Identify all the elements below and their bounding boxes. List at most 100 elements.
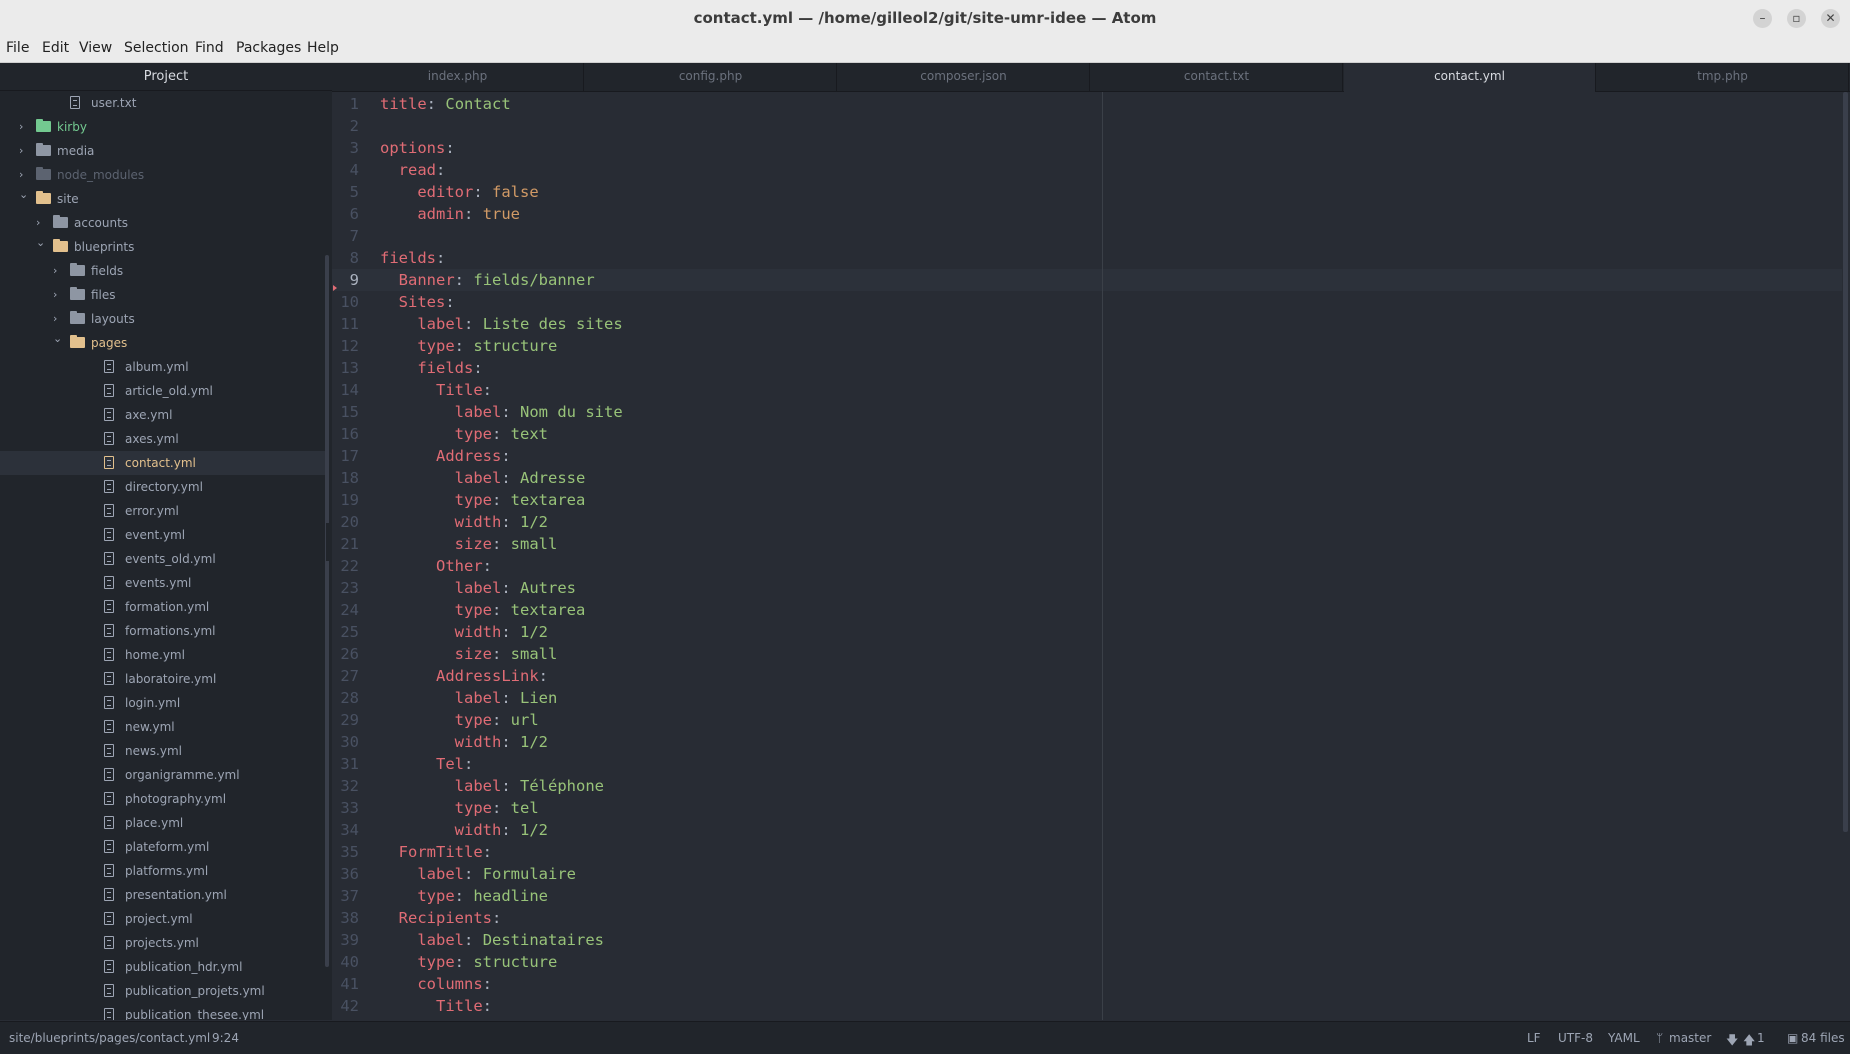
code-line[interactable]: 17 Address: xyxy=(332,445,1842,467)
code-line[interactable]: 2 xyxy=(332,115,1842,137)
close-button[interactable]: ✕ xyxy=(1821,9,1840,28)
code-line[interactable]: 32 label: Téléphone xyxy=(332,775,1842,797)
tree-file[interactable]: organigramme.yml xyxy=(0,763,325,787)
code-line[interactable]: 21 size: small xyxy=(332,533,1842,555)
code-line[interactable]: 42 Title: xyxy=(332,995,1842,1017)
code-line[interactable]: 13 fields: xyxy=(332,357,1842,379)
chevron-right-icon[interactable]: › xyxy=(53,259,63,283)
tree-file[interactable]: login.yml xyxy=(0,691,325,715)
chevron-right-icon[interactable]: › xyxy=(19,139,29,163)
code-line[interactable]: 15 label: Nom du site xyxy=(332,401,1842,423)
tab-contact-txt[interactable]: contact.txt xyxy=(1091,63,1343,91)
tree-folder[interactable]: ⌄ site xyxy=(0,187,325,211)
tree-file[interactable]: article_old.yml xyxy=(0,379,325,403)
tree-folder[interactable]: ⌄ blueprints xyxy=(0,235,325,259)
code-line[interactable]: 38 Recipients: xyxy=(332,907,1842,929)
tree-folder[interactable]: › accounts xyxy=(0,211,325,235)
tree-file[interactable]: formations.yml xyxy=(0,619,325,643)
tree-file[interactable]: plateform.yml xyxy=(0,835,325,859)
status-branch[interactable]: master xyxy=(1669,1031,1711,1045)
chevron-down-icon[interactable]: ⌄ xyxy=(53,327,63,351)
code-line[interactable]: 41 columns: xyxy=(332,973,1842,995)
code-line[interactable]: 31 Tel: xyxy=(332,753,1842,775)
menu-find[interactable]: Find xyxy=(195,40,224,56)
tree-file[interactable]: place.yml xyxy=(0,811,325,835)
maximize-button[interactable]: ▫ xyxy=(1787,9,1806,28)
tree-file[interactable]: axes.yml xyxy=(0,427,325,451)
code-line[interactable]: 1 title: Contact xyxy=(332,93,1842,115)
tree-folder[interactable]: › media xyxy=(0,139,325,163)
code-line[interactable]: 3 options: xyxy=(332,137,1842,159)
tree-file[interactable]: contact.yml xyxy=(0,451,325,475)
tree-file[interactable]: publication_projets.yml xyxy=(0,979,325,1003)
tree-file[interactable]: presentation.yml xyxy=(0,883,325,907)
menu-view[interactable]: View xyxy=(79,40,112,56)
code-line[interactable]: 40 type: structure xyxy=(332,951,1842,973)
code-line[interactable]: 20 width: 1/2 xyxy=(332,511,1842,533)
code-line[interactable]: 23 label: Autres xyxy=(332,577,1842,599)
tree-file[interactable]: photography.yml xyxy=(0,787,325,811)
code-line[interactable]: 19 type: textarea xyxy=(332,489,1842,511)
tree-folder[interactable]: › layouts xyxy=(0,307,325,331)
fetch-icon[interactable]: 🡇 xyxy=(1726,1031,1738,1052)
tree-folder[interactable]: › node_modules xyxy=(0,163,325,187)
tree-file[interactable]: projects.yml xyxy=(0,931,325,955)
code-line[interactable]: 30 width: 1/2 xyxy=(332,731,1842,753)
code-line[interactable]: 12 type: structure xyxy=(332,335,1842,357)
tree-folder[interactable]: › fields xyxy=(0,259,325,283)
code-line[interactable]: 11 label: Liste des sites xyxy=(332,313,1842,335)
tree-file[interactable]: directory.yml xyxy=(0,475,325,499)
code-line[interactable]: 28 label: Lien xyxy=(332,687,1842,709)
tree-folder[interactable]: ⌄ pages xyxy=(0,331,325,355)
tab-index-php[interactable]: index.php xyxy=(332,63,584,91)
status-file-path[interactable]: site/blueprints/pages/contact.yml xyxy=(9,1031,210,1045)
code-line[interactable]: 24 type: textarea xyxy=(332,599,1842,621)
tree-file[interactable]: events.yml xyxy=(0,571,325,595)
menu-help[interactable]: Help xyxy=(307,40,339,56)
code-line[interactable]: 33 type: tel xyxy=(332,797,1842,819)
menu-edit[interactable]: Edit xyxy=(42,40,69,56)
tree-file[interactable]: axe.yml xyxy=(0,403,325,427)
code-line[interactable]: 5 editor: false xyxy=(332,181,1842,203)
tree-file[interactable]: publication_thesee.yml xyxy=(0,1003,325,1020)
status-file-count[interactable]: 84 files xyxy=(1801,1031,1845,1045)
tree-file[interactable]: event.yml xyxy=(0,523,325,547)
code-line[interactable]: 34 width: 1/2 xyxy=(332,819,1842,841)
code-line[interactable]: 37 type: headline xyxy=(332,885,1842,907)
tree-file[interactable]: formation.yml xyxy=(0,595,325,619)
tree-file[interactable]: events_old.yml xyxy=(0,547,325,571)
tree-file[interactable]: project.yml xyxy=(0,907,325,931)
tree-file[interactable]: laboratoire.yml xyxy=(0,667,325,691)
code-line[interactable]: 4 read: xyxy=(332,159,1842,181)
status-line-ending[interactable]: LF xyxy=(1527,1031,1541,1045)
tree-folder[interactable]: › kirby xyxy=(0,115,325,139)
tree-file[interactable]: new.yml xyxy=(0,715,325,739)
menu-file[interactable]: File xyxy=(6,40,29,56)
code-line[interactable]: 18 label: Adresse xyxy=(332,467,1842,489)
push-icon[interactable]: 🡅 xyxy=(1743,1031,1755,1052)
chevron-down-icon[interactable]: ⌄ xyxy=(19,183,29,207)
code-line[interactable]: 8 fields: xyxy=(332,247,1842,269)
code-line[interactable]: 14 Title: xyxy=(332,379,1842,401)
code-line[interactable]: 26 size: small xyxy=(332,643,1842,665)
code-line[interactable]: 39 label: Destinataires xyxy=(332,929,1842,951)
menu-selection[interactable]: Selection xyxy=(124,40,189,56)
tree-folder[interactable]: › files xyxy=(0,283,325,307)
chevron-down-icon[interactable]: ⌄ xyxy=(36,231,46,255)
code-line[interactable]: 22 Other: xyxy=(332,555,1842,577)
tree-file[interactable]: news.yml xyxy=(0,739,325,763)
code-line[interactable]: 36 label: Formulaire xyxy=(332,863,1842,885)
tree-file[interactable]: user.txt xyxy=(0,91,325,115)
tree-scrollbar[interactable] xyxy=(325,255,329,967)
tab-tmp-php[interactable]: tmp.php xyxy=(1597,63,1849,91)
tab-contact-yml[interactable]: contact.yml xyxy=(1344,63,1596,92)
chevron-right-icon[interactable]: › xyxy=(53,283,63,307)
code-line[interactable]: 27 AddressLink: xyxy=(332,665,1842,687)
status-cursor-position[interactable]: 9:24 xyxy=(212,1031,239,1045)
chevron-right-icon[interactable]: › xyxy=(19,115,29,139)
status-grammar[interactable]: YAML xyxy=(1608,1031,1640,1045)
menu-packages[interactable]: Packages xyxy=(236,40,301,56)
code-line[interactable]: 25 width: 1/2 xyxy=(332,621,1842,643)
code-line[interactable]: 6 admin: true xyxy=(332,203,1842,225)
code-line[interactable]: 10 Sites: xyxy=(332,291,1842,313)
